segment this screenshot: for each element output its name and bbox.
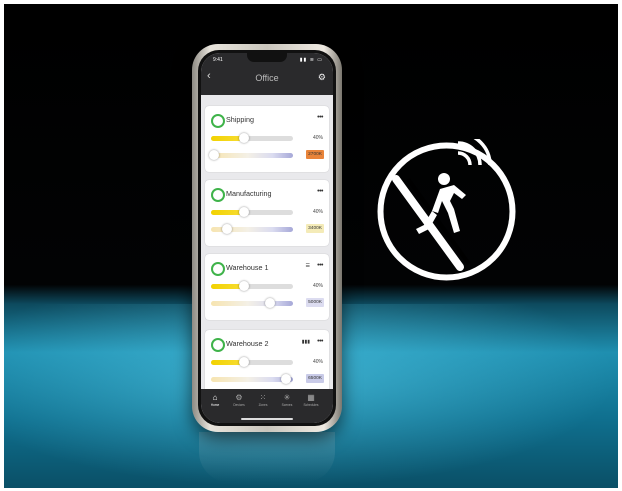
nav-row: ‹ Office ⚙: [201, 70, 333, 88]
zone-status-ring-icon: [211, 114, 225, 128]
brightness-knob[interactable]: [238, 357, 249, 367]
zone-status-ring-icon: [211, 338, 225, 352]
tab-label: Home: [210, 403, 220, 407]
brightness-slider[interactable]: [211, 207, 293, 217]
color-temperature-badge: 2700K: [306, 150, 324, 159]
color-temperature-slider[interactable]: [211, 224, 293, 234]
color-temperature-slider[interactable]: [209, 150, 293, 160]
zone-card[interactable]: Manufacturing ••• 40% 3400K: [205, 180, 329, 246]
tab-label: Scenes: [281, 403, 293, 407]
status-icons: ▮▮ ≋ ▭: [299, 57, 323, 63]
color-temperature-badge: 3400K: [306, 224, 324, 233]
color-temperature-knob[interactable]: [281, 374, 292, 384]
phone-reflection: [199, 432, 335, 482]
status-time: 9:41: [213, 57, 223, 63]
zone-card[interactable]: Warehouse 2 ▮▮▮ ••• 40% 6500K: [205, 330, 329, 396]
tab-devices[interactable]: ⚙ Devices: [228, 393, 250, 407]
more-options-icon[interactable]: •••: [317, 338, 323, 345]
page-title: Office: [255, 73, 279, 83]
tab-home-icon: ⌂: [212, 393, 218, 402]
phone-notch: [247, 53, 287, 62]
color-temperature-badge: 5000K: [306, 298, 324, 307]
brightness-percent: 40%: [312, 283, 323, 289]
tab-zones-icon: ⁙: [259, 393, 267, 402]
tab-schedules-icon: ▦: [307, 393, 315, 402]
tab-label: Devices: [233, 403, 245, 407]
zone-status-ring-icon: [211, 188, 225, 202]
smartphone: 9:41 ▮▮ ≋ ▭ ‹ Office ⚙ Shipping ••• 40%: [192, 44, 342, 432]
more-options-icon[interactable]: •••: [317, 114, 323, 121]
motion-sensor-icon: [377, 139, 516, 281]
brightness-percent: 40%: [312, 359, 323, 365]
zone-name: Warehouse 2: [226, 339, 269, 348]
tab-bar: ⌂ Home ⚙ Devices ⁙ Zones ✳ Scenes ▦ Schedule…: [201, 389, 333, 423]
color-temperature-badge: 6500K: [306, 374, 324, 383]
tab-scenes[interactable]: ✳ Scenes: [276, 393, 298, 407]
product-scene: 9:41 ▮▮ ≋ ▭ ‹ Office ⚙ Shipping ••• 40%: [4, 4, 618, 488]
phone-bezel: 9:41 ▮▮ ≋ ▭ ‹ Office ⚙ Shipping ••• 40%: [198, 50, 336, 426]
zone-card[interactable]: Warehouse 1 ☰ ••• 40% 5000K: [205, 254, 329, 320]
brightness-percent: 40%: [312, 135, 323, 141]
brightness-knob[interactable]: [238, 133, 249, 143]
color-temperature-knob[interactable]: [209, 150, 219, 160]
zone-name: Manufacturing: [226, 189, 272, 198]
more-options-icon[interactable]: •••: [317, 188, 323, 195]
zone-card[interactable]: Shipping ••• 40% 2700K: [205, 106, 329, 172]
brightness-knob[interactable]: [238, 281, 249, 291]
home-indicator: [241, 418, 293, 420]
app-screen: 9:41 ▮▮ ≋ ▭ ‹ Office ⚙ Shipping ••• 40%: [201, 53, 333, 423]
zone-extra-icon[interactable]: ☰: [306, 263, 310, 269]
tab-scenes-icon: ✳: [283, 393, 291, 402]
tab-label: Schedules: [303, 403, 319, 407]
brightness-slider[interactable]: [211, 281, 293, 291]
tab-schedules[interactable]: ▦ Schedules: [300, 393, 322, 407]
zone-name: Warehouse 1: [226, 263, 269, 272]
more-options-icon[interactable]: •••: [317, 262, 323, 269]
color-temperature-slider[interactable]: [211, 374, 293, 384]
brightness-percent: 40%: [312, 209, 323, 215]
tab-zones[interactable]: ⁙ Zones: [252, 393, 274, 407]
brightness-knob[interactable]: [238, 207, 249, 217]
zone-status-ring-icon: [211, 262, 225, 276]
settings-gear-icon[interactable]: ⚙: [318, 72, 326, 83]
zone-extra-icon[interactable]: ▮▮▮: [302, 339, 310, 345]
color-temperature-knob[interactable]: [222, 224, 233, 234]
tab-label: Zones: [258, 403, 268, 407]
brightness-slider[interactable]: [211, 357, 293, 367]
tab-devices-icon: ⚙: [235, 393, 243, 402]
color-temperature-knob[interactable]: [265, 298, 276, 308]
color-temperature-slider[interactable]: [211, 298, 293, 308]
brightness-slider[interactable]: [211, 133, 293, 143]
tab-home[interactable]: ⌂ Home: [204, 393, 226, 407]
zone-name: Shipping: [226, 115, 254, 124]
